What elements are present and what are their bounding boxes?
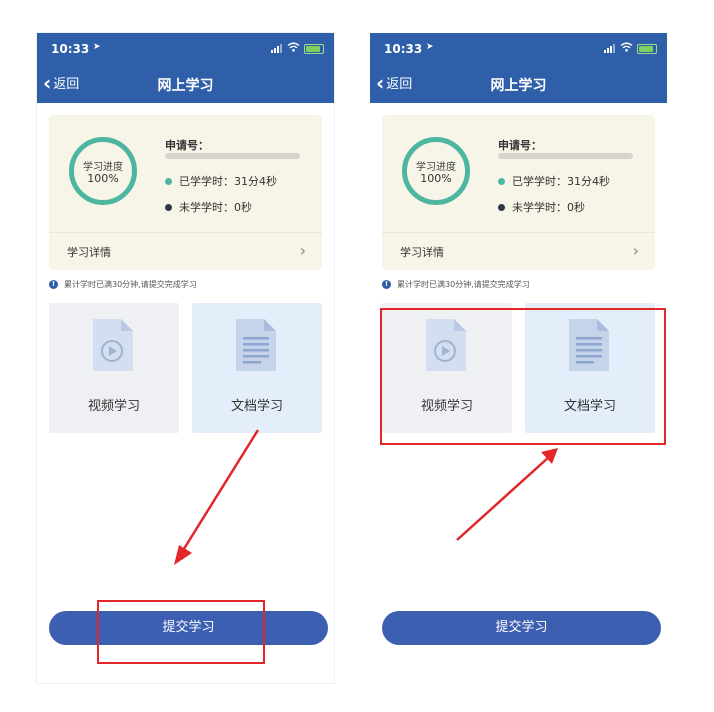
annotation-arrows xyxy=(174,429,558,565)
arrow-to-tiles-line xyxy=(456,456,550,541)
arrow-to-submit-line xyxy=(180,429,260,553)
arrow-to-submit-head xyxy=(174,545,192,565)
